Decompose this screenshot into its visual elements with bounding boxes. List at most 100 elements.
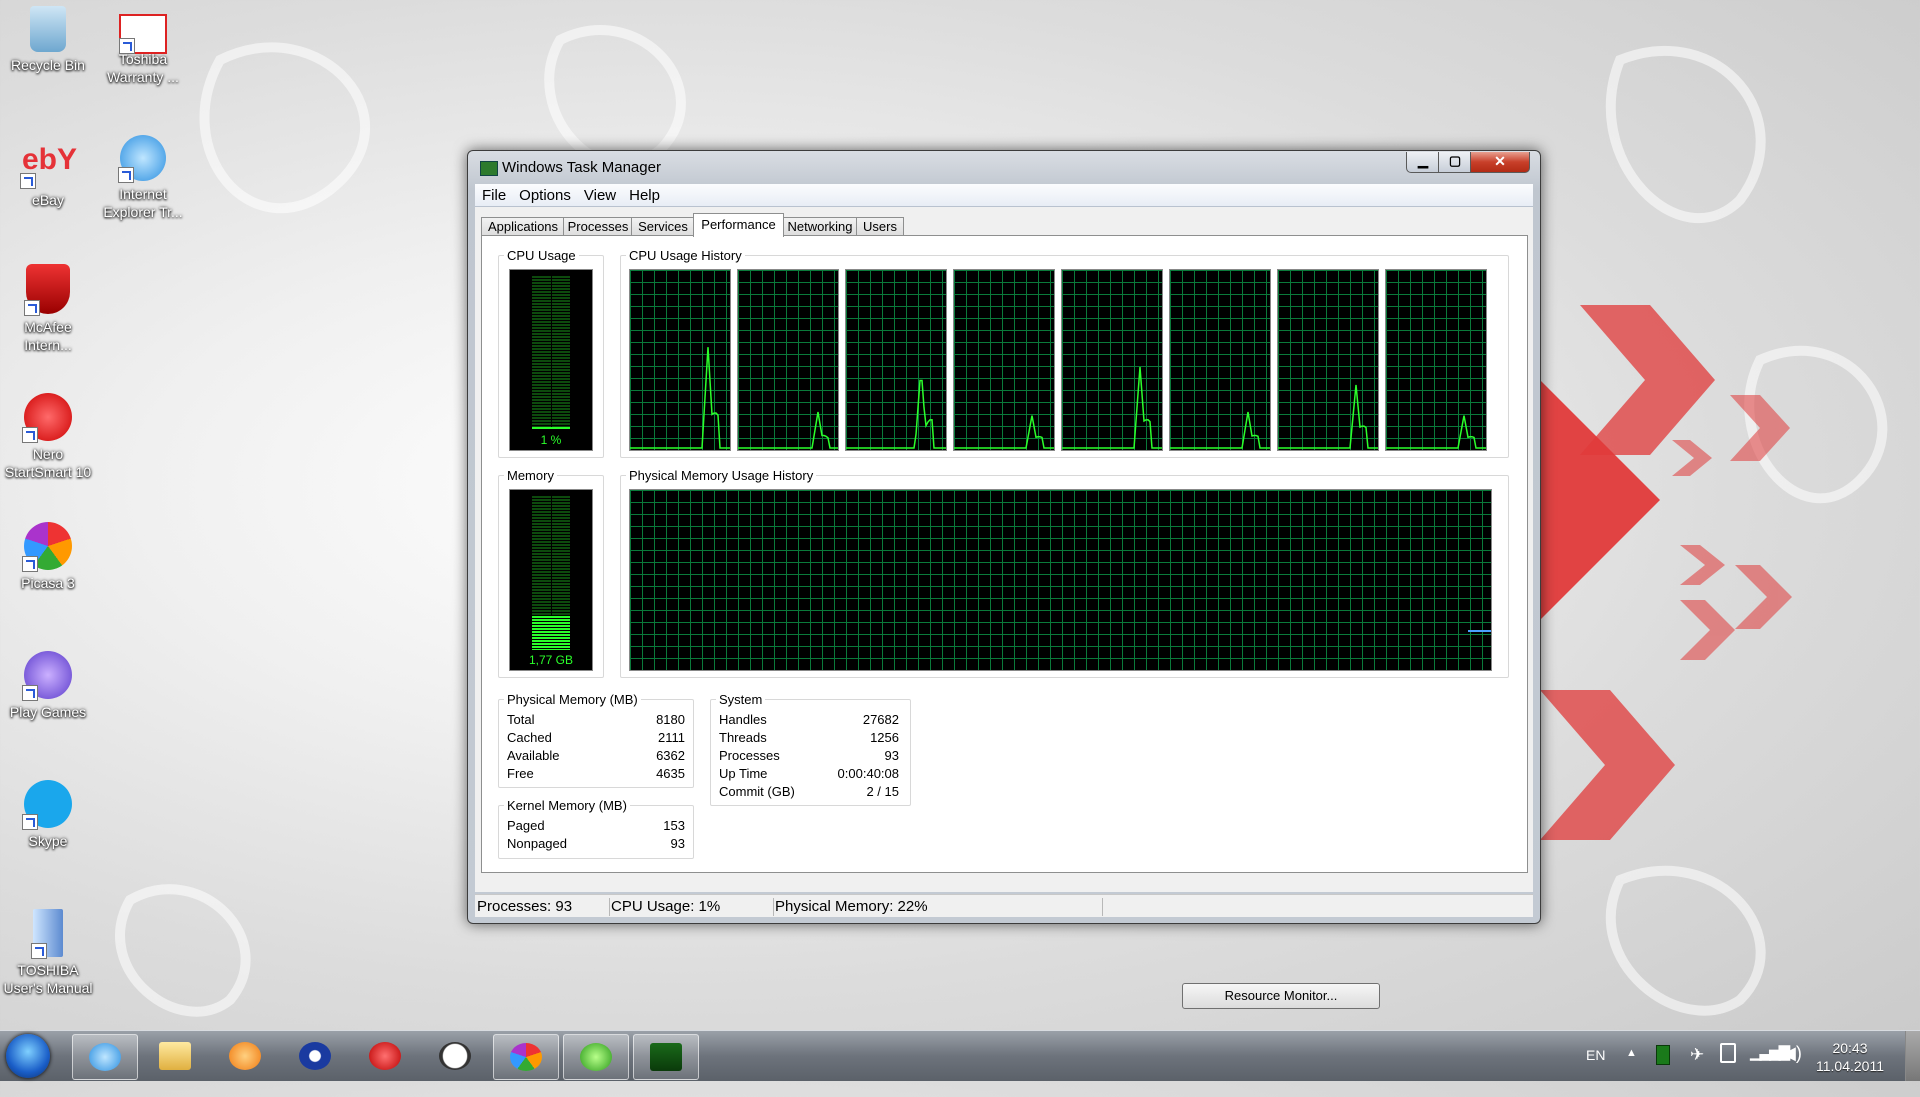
desktop-icon-internet-explorer[interactable]: Internet Explorer Tr...	[95, 135, 191, 221]
physical-memory-stats: Total 8180 Cached 2111 Available 6362 Free 4635	[507, 712, 685, 784]
memory-meter: 1,77 GB	[509, 489, 593, 671]
cpu-history-label: CPU Usage History	[626, 248, 745, 263]
taskbar-item-media-player[interactable]	[213, 1034, 277, 1078]
maximize-icon: ▢	[1448, 153, 1462, 168]
start-button[interactable]	[6, 1034, 50, 1078]
clock[interactable]: 20:43 11.04.2011	[1816, 1039, 1884, 1075]
tab-performance[interactable]: Performance	[693, 213, 784, 237]
cpu-core-line-4	[954, 415, 1054, 449]
cpu-history-group: CPU Usage History	[620, 248, 1509, 458]
taskbar-item-picasa[interactable]	[493, 1034, 559, 1080]
menu-bar: File Options View Help	[475, 184, 1533, 207]
toshiba-manual-icon	[31, 909, 63, 959]
pin-tray-icon[interactable]: ✈	[1690, 1045, 1704, 1095]
desktop-icon-toshiba-manual[interactable]: TOSHIBA User's Manual	[0, 909, 96, 997]
stat-row: Threads 1256	[719, 730, 899, 748]
desktop-icon-toshiba-warranty[interactable]: Toshiba Warranty ...	[95, 6, 191, 86]
cpu-meter-fill	[532, 427, 570, 430]
ebay-icon: ebY	[20, 135, 78, 189]
physical-memory-label: Physical Memory (MB)	[504, 692, 641, 707]
shortcut-arrow-icon	[22, 556, 38, 572]
tab-networking[interactable]: Networking	[782, 217, 858, 236]
desktop-icon-picasa[interactable]: Picasa 3	[0, 522, 96, 592]
ebay-logo-text: ebY	[22, 143, 78, 176]
stat-value: 4635	[656, 766, 685, 781]
status-memory: Physical Memory: 22%	[773, 898, 1103, 916]
menu-help[interactable]: Help	[622, 184, 666, 204]
shortcut-arrow-icon	[119, 38, 135, 54]
stat-value: 2111	[658, 730, 685, 745]
memory-meter-fill	[532, 616, 570, 650]
clock-time: 20:43	[1832, 1040, 1868, 1056]
minimize-icon: ▁	[1418, 153, 1428, 168]
stat-key: Available	[507, 748, 560, 763]
tab-processes[interactable]: Processes	[563, 217, 633, 236]
menu-file[interactable]: File	[475, 184, 512, 204]
taskbar-item-clock[interactable]	[423, 1034, 487, 1078]
volume-icon[interactable]: ◀)	[1782, 1043, 1802, 1093]
cpu-core-graph-3	[845, 269, 947, 451]
nero-icon	[22, 393, 72, 443]
stat-key: Up Time	[719, 766, 768, 781]
taskbar-item-internet-explorer[interactable]	[72, 1034, 138, 1080]
show-desktop-button[interactable]	[1905, 1031, 1920, 1081]
cpu-core-graph-4	[953, 269, 1055, 451]
desktop-icon-play-games[interactable]: Play Games	[0, 651, 96, 721]
desktop-icon-recycle-bin[interactable]: Recycle Bin	[0, 6, 96, 74]
resource-monitor-button[interactable]: Resource Monitor...	[1182, 983, 1380, 1009]
desktop-icon-label: McAfee Intern...	[24, 319, 72, 353]
cpu-core-line-1	[630, 347, 730, 449]
stat-row: Paged 153	[507, 818, 685, 836]
stat-key: Commit (GB)	[719, 784, 795, 799]
desktop-icon-label: eBay	[32, 192, 64, 208]
cpu-usage-label: CPU Usage	[504, 248, 579, 263]
desktop-icon-label: Skype	[28, 833, 68, 849]
close-button[interactable]: ✕	[1470, 152, 1530, 173]
maximize-button[interactable]: ▢	[1438, 152, 1472, 173]
green-app-icon	[580, 1043, 612, 1071]
stat-row: Handles 27682	[719, 712, 899, 730]
stat-value: 8180	[656, 712, 685, 727]
tab-services[interactable]: Services	[631, 217, 695, 236]
cpu-core-line-6	[1170, 411, 1270, 449]
recycle-bin-icon	[30, 6, 66, 52]
taskbar-item-folder[interactable]	[143, 1034, 207, 1078]
stat-row: Total 8180	[507, 712, 685, 730]
power-icon[interactable]	[1720, 1043, 1736, 1063]
desktop-icon-label: Play Games	[9, 704, 87, 720]
menu-view[interactable]: View	[577, 184, 622, 204]
show-hidden-icons-icon[interactable]: ▲	[1626, 1047, 1637, 1097]
task-manager-tray-icon[interactable]	[1656, 1045, 1670, 1065]
taskbar-item-task-manager[interactable]	[633, 1034, 699, 1080]
system-stats: Handles 27682 Threads 1256 Processes 93 Up Tim…	[719, 712, 899, 802]
desktop-icon-label: Recycle Bin	[11, 57, 85, 73]
desktop-icon-mcafee[interactable]: McAfee Intern...	[0, 264, 96, 354]
tab-users[interactable]: Users	[856, 217, 904, 236]
stat-value: 6362	[656, 748, 685, 763]
task-manager-icon	[480, 161, 498, 176]
stat-row: Cached 2111	[507, 730, 685, 748]
pushpin-icon	[369, 1042, 401, 1070]
stat-key: Cached	[507, 730, 552, 745]
stat-value: 0:00:40:08	[837, 766, 899, 781]
taskbar-item-pushpin[interactable]	[353, 1034, 417, 1078]
language-indicator[interactable]: EN	[1586, 1047, 1605, 1097]
desktop-icon-label: Nero StartSmart 10	[4, 446, 92, 480]
taskbar-item-user[interactable]	[283, 1034, 347, 1078]
cpu-core-line-5	[1062, 366, 1162, 449]
desktop-icon-ebay[interactable]: ebY eBay	[0, 135, 96, 209]
cpu-usage-value: 1 %	[540, 433, 562, 447]
desktop-icon-skype[interactable]: Skype	[0, 780, 96, 850]
taskbar-item-green-app[interactable]	[563, 1034, 629, 1080]
play-games-icon	[22, 651, 72, 701]
tab-applications[interactable]: Applications	[481, 217, 565, 236]
desktop-icon-nero[interactable]: Nero StartSmart 10	[0, 393, 96, 481]
stat-row: Free 4635	[507, 766, 685, 784]
menu-options[interactable]: Options	[512, 184, 577, 204]
clock-date: 11.04.2011	[1816, 1058, 1884, 1074]
cpu-core-graph-5	[1061, 269, 1163, 451]
toshiba-warranty-icon	[119, 14, 167, 54]
shortcut-arrow-icon	[118, 167, 134, 183]
minimize-button[interactable]: ▁	[1406, 152, 1440, 173]
title-bar[interactable]: Windows Task Manager ▁ ▢ ✕	[468, 151, 1540, 183]
